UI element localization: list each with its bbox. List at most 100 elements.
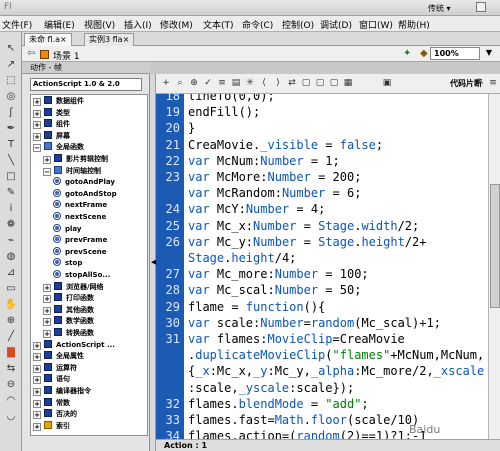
search-icon[interactable]	[476, 2, 486, 12]
debug-options-icon[interactable]: ✳	[244, 77, 256, 90]
tree-item[interactable]: gotoAndPlay	[53, 177, 115, 188]
zoom-dropdown-icon[interactable]: ▼	[486, 48, 492, 57]
tree-toggle-icon[interactable]: +	[33, 399, 41, 408]
document-tab-1[interactable]: 实例3 fla×	[84, 33, 135, 46]
code-line[interactable]: var McMore:Number = 200;	[188, 170, 361, 184]
tree-item[interactable]: + 组件	[33, 119, 70, 130]
bone-tool-icon[interactable]: ⌁	[3, 234, 19, 248]
menu-item-6[interactable]: 命令(C)	[242, 18, 273, 31]
tree-item[interactable]: nextFrame	[53, 200, 107, 211]
tree-item[interactable]: + 索引	[33, 420, 70, 432]
free-transform-tool-icon[interactable]: ⬚	[3, 74, 19, 88]
tree-item[interactable]: + 全局属性	[33, 351, 84, 362]
apply-line-comment-icon[interactable]: ▢	[314, 77, 326, 90]
code-line[interactable]: var Mc_more:Number = 100;	[188, 267, 369, 281]
actionscript-version-select[interactable]: ActionScript 1.0 & 2.0	[30, 78, 142, 91]
tree-item[interactable]: − 时间轴控制	[43, 165, 101, 177]
brush-tool-icon[interactable]: ⅰ	[3, 202, 19, 216]
collapse-selection-icon[interactable]: ⟩	[272, 77, 284, 90]
tree-item[interactable]: + 常数	[33, 397, 70, 409]
menu-item-8[interactable]: 调试(D)	[320, 18, 352, 31]
tree-item[interactable]: + 数据组件	[33, 96, 84, 107]
tree-toggle-icon[interactable]: +	[43, 283, 51, 292]
menu-item-0[interactable]: 文件(F)	[2, 18, 32, 31]
menu-item-1[interactable]: 编辑(E)	[44, 18, 75, 31]
tree-toggle-icon[interactable]: +	[43, 156, 51, 164]
straighten-icon[interactable]: ◡	[3, 410, 19, 424]
snap-icon[interactable]: ⊖	[3, 378, 19, 392]
tree-toggle-icon[interactable]: +	[33, 353, 41, 362]
fill-color-icon[interactable]: ▇	[3, 346, 19, 360]
zoom-select[interactable]: 100%	[430, 47, 480, 60]
collapse-between-icon[interactable]: ⟨	[258, 77, 270, 90]
auto-format-icon[interactable]: ≡	[216, 77, 228, 90]
code-line[interactable]: .duplicateMovieClip("flames"+McNum,McNum…	[188, 348, 484, 362]
tree-item[interactable]: + 运算符	[33, 362, 77, 374]
code-line[interactable]: var Mc_scal:Number = 50;	[188, 283, 361, 297]
code-snippets-icon[interactable]: ▣	[381, 77, 393, 90]
panel-menu-icon[interactable]: ≡	[487, 77, 499, 90]
tree-item[interactable]: nextScene	[53, 212, 106, 223]
menu-item-10[interactable]: 帮助(H)	[398, 18, 430, 31]
rectangle-tool-icon[interactable]: □	[3, 170, 19, 184]
code-line[interactable]: Stage.height/4;	[188, 251, 296, 265]
code-line[interactable]: }	[188, 121, 195, 135]
eraser-tool-icon[interactable]: ▭	[3, 282, 19, 296]
code-line[interactable]: var scale:Number=random(Mc_scal)+1;	[188, 316, 441, 330]
menu-item-5[interactable]: 文本(T)	[203, 18, 234, 31]
menu-item-2[interactable]: 视图(V)	[84, 18, 115, 31]
menu-item-9[interactable]: 窗口(W)	[359, 18, 393, 31]
code-line[interactable]: flames.blendMode = "add";	[188, 397, 369, 411]
tree-toggle-icon[interactable]: +	[33, 121, 41, 130]
tree-item[interactable]: + 浏览器/网络	[43, 281, 104, 293]
code-line[interactable]: flames.fast=Math.floor(scale/10)	[188, 413, 419, 427]
tree-item[interactable]: gotoAndStop	[53, 188, 117, 200]
tree-toggle-icon[interactable]: +	[33, 364, 41, 373]
tree-item[interactable]: play	[53, 223, 81, 235]
code-line[interactable]: var Mc_y:Number = Stage.height/2+	[188, 235, 427, 249]
code-line[interactable]: flames.action=(random(2)==1)?1:-1	[188, 429, 426, 439]
tree-item[interactable]: + 编译器指令	[33, 386, 91, 397]
tree-item[interactable]: + 语句	[33, 374, 70, 385]
tree-item[interactable]: + 转换函数	[43, 328, 94, 339]
code-line[interactable]: endFill();	[188, 105, 260, 119]
tree-toggle-icon[interactable]: +	[33, 422, 41, 431]
tree-item[interactable]: + 类型	[33, 107, 70, 119]
tree-item[interactable]: + 其他函数	[43, 304, 94, 316]
hand-tool-icon[interactable]: ✋	[3, 298, 19, 312]
code-line[interactable]: var flames:MovieClip=CreaMovie	[188, 332, 405, 346]
vertical-scrollbar[interactable]	[488, 94, 500, 439]
code-line[interactable]: {_x:Mc_x,_y:Mc_y,_alpha:Mc_more/2,_xscal…	[188, 364, 484, 378]
scrollbar-thumb[interactable]	[490, 184, 500, 308]
code-line[interactable]: CreaMovie._visible = false;	[188, 138, 383, 152]
menu-item-7[interactable]: 控制(O)	[282, 18, 314, 31]
back-arrow-icon[interactable]: ⇦	[27, 48, 35, 59]
apply-block-comment-icon[interactable]: ▢	[300, 77, 312, 90]
tree-toggle-icon[interactable]: +	[33, 411, 41, 420]
tree-item[interactable]: + 数学函数	[43, 316, 94, 327]
edit-symbol-icon[interactable]: ◆	[420, 48, 428, 59]
tree-toggle-icon[interactable]: −	[33, 144, 41, 153]
tree-item[interactable]: + 打印函数	[43, 293, 94, 304]
menu-item-3[interactable]: 插入(I)	[124, 18, 152, 31]
stroke-color-icon[interactable]: ╱	[3, 330, 19, 344]
code-line[interactable]: var McRandom:Number = 6;	[188, 186, 361, 200]
3d-rotation-tool-icon[interactable]: ◎	[3, 90, 19, 104]
lasso-tool-icon[interactable]: ʃ	[3, 106, 19, 120]
tree-toggle-icon[interactable]: +	[43, 295, 51, 304]
tree-item[interactable]: + 否决的	[33, 409, 77, 420]
code-line[interactable]: :scale,_yscale:scale});	[188, 381, 354, 395]
selection-tool-icon[interactable]: ↖	[3, 42, 19, 56]
pencil-tool-icon[interactable]: ✎	[3, 186, 19, 200]
tree-toggle-icon[interactable]: +	[33, 109, 41, 118]
swap-colors-icon[interactable]: ⇆	[3, 362, 19, 376]
tree-item[interactable]: − 全局函数	[33, 142, 84, 153]
tree-toggle-icon[interactable]: +	[33, 341, 41, 350]
paint-bucket-tool-icon[interactable]: ◍	[3, 250, 19, 264]
show-toolbox-icon[interactable]: ▦	[342, 77, 354, 90]
line-tool-icon[interactable]: ╲	[3, 154, 19, 168]
tree-item[interactable]: prevScene	[53, 246, 106, 258]
tree-item[interactable]: stopAllSo...	[53, 270, 110, 281]
insert-target-icon[interactable]: ⊕	[188, 77, 200, 90]
workspace-switcher[interactable]: 传统 ▾	[428, 3, 451, 14]
